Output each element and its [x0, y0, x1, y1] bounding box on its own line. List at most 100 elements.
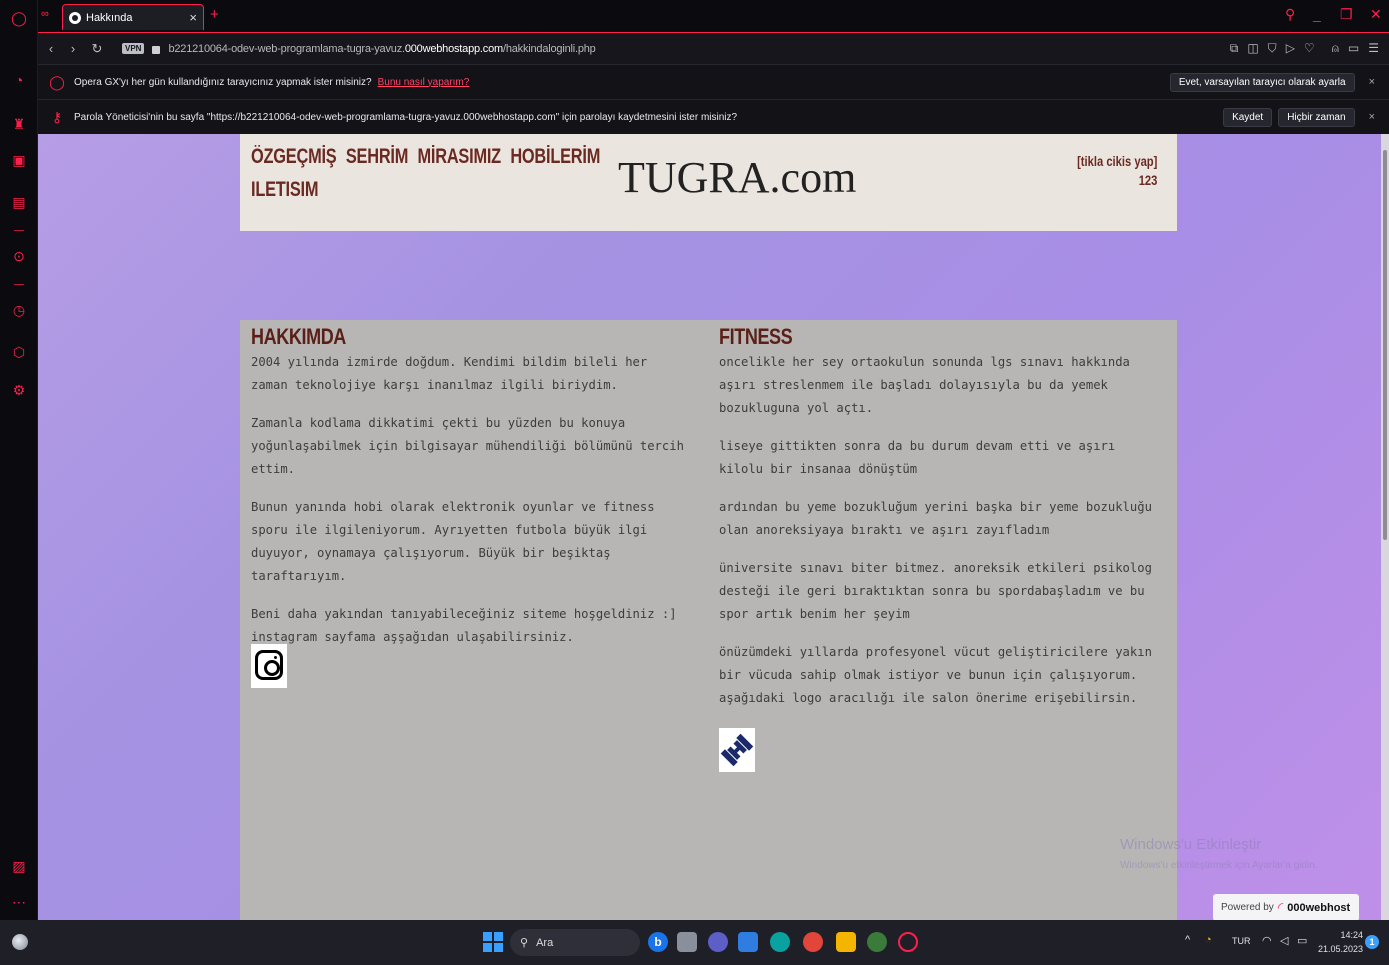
password-infobar: ⚷ Parola Yöneticisi'nin bu sayfa "https:…: [38, 99, 1389, 134]
reload-icon[interactable]: ↻: [86, 41, 108, 57]
workspace-icon[interactable]: ∞: [41, 8, 49, 20]
heart-icon[interactable]: ♡: [1304, 41, 1315, 56]
store-icon[interactable]: [738, 932, 758, 952]
xbox-icon[interactable]: [867, 932, 887, 952]
messenger-icon[interactable]: ▤: [9, 192, 29, 212]
save-password-button[interactable]: Kaydet: [1223, 107, 1273, 127]
search-placeholder: Ara: [536, 936, 554, 949]
nav-ozgecmis[interactable]: ÖZGEÇMİŞ: [251, 145, 337, 168]
dumbbell-glyph: [720, 733, 754, 767]
language-indicator[interactable]: TUR: [1232, 936, 1251, 946]
battery-icon[interactable]: ▭: [1348, 41, 1359, 56]
never-button[interactable]: Hiçbir zaman: [1278, 107, 1355, 127]
tray-app-icon[interactable]: ◔: [1205, 934, 1212, 946]
how-to-link[interactable]: Bunu nasıl yaparım?: [378, 77, 470, 88]
gx-control-icon[interactable]: ◔: [9, 70, 29, 90]
battery-status-icon[interactable]: ▭: [1297, 934, 1307, 947]
search-icon: ⚲: [520, 937, 529, 949]
chrome-icon[interactable]: [803, 932, 823, 952]
history-icon[interactable]: ◷: [9, 300, 29, 320]
lock-icon[interactable]: [152, 45, 161, 54]
twitch-icon[interactable]: ▣: [9, 150, 29, 170]
fitness-section: FITNESS oncelikle her sey ortaokulun son…: [719, 320, 1164, 725]
site-nav: ÖZGEÇMİŞ SEHRİM MİRASIMIZ HOBİLERİM ILETISI…: [251, 140, 600, 206]
weather-icon[interactable]: [12, 934, 28, 950]
nav-hobilerim[interactable]: HOBİLERİM: [510, 145, 600, 168]
opera-logo-icon[interactable]: ◯: [9, 8, 29, 28]
password-message: Parola Yöneticisi'nin bu sayfa "https://…: [74, 111, 738, 123]
menu-icon[interactable]: ☰: [1368, 41, 1379, 56]
notification-badge[interactable]: 1: [1365, 935, 1379, 949]
opera-gx-icon[interactable]: [898, 932, 918, 952]
back-icon[interactable]: ‹: [40, 41, 62, 56]
about-paragraph: Beni daha yakından tanıyabileceğiniz sit…: [251, 607, 677, 644]
about-section: HAKKIMDA 2004 yılında izmirde doğdum. Ke…: [251, 320, 691, 664]
about-paragraph: 2004 yılında izmirde doğdum. Kendimi bil…: [251, 355, 648, 392]
address-bar: ‹ › ↻ VPN b221210064-odev-web-programlam…: [38, 32, 1389, 64]
opera-icon: ◯: [49, 73, 65, 90]
tab-bar: ∞ Hakkında × + ⚲ _ ❐ ✕: [38, 0, 1389, 32]
webhost-logo-icon: ◜: [1277, 899, 1284, 915]
fitness-paragraph: oncelikle her sey ortaokulun sonunda lgs…: [719, 355, 1130, 415]
dumbbell-icon[interactable]: [719, 728, 755, 772]
scroll-thumb[interactable]: [1383, 150, 1387, 540]
about-paragraph: Bunun yanında hobi olarak elektronik oyu…: [251, 500, 655, 583]
clock[interactable]: 14:24 21.05.2023: [1318, 928, 1363, 956]
new-tab-button[interactable]: +: [210, 6, 219, 23]
file-explorer-icon[interactable]: [836, 932, 856, 952]
search-tabs-icon[interactable]: ⚲: [1285, 6, 1295, 23]
maximize-icon[interactable]: ❐: [1340, 6, 1353, 23]
site-title[interactable]: TUGRA.com: [618, 152, 856, 203]
minimize-icon[interactable]: _: [1313, 6, 1321, 22]
activation-watermark: Windows'u Etkinleştir: [1120, 836, 1262, 853]
shield-icon[interactable]: ⛉: [1268, 41, 1277, 56]
player-icon[interactable]: ⊙: [9, 246, 29, 266]
fitness-heading: FITNESS: [719, 324, 793, 349]
close-window-icon[interactable]: ✕: [1370, 6, 1382, 23]
powered-label: Powered by: [1221, 902, 1274, 913]
powered-by-badge[interactable]: Powered by ◜ 000webhost: [1213, 894, 1359, 920]
extensions-icon[interactable]: ⬡: [9, 342, 29, 362]
account-icon[interactable]: ⍝: [1332, 41, 1339, 56]
screenshot-icon[interactable]: ▨: [9, 856, 29, 876]
teams-icon[interactable]: [708, 932, 728, 952]
default-browser-infobar: ◯ Opera GX'yı her gün kullandığınız tara…: [38, 64, 1389, 99]
clock-time: 14:24: [1340, 930, 1364, 940]
start-icon[interactable]: [483, 932, 503, 952]
edge-icon[interactable]: [770, 932, 790, 952]
task-view-icon[interactable]: [677, 932, 697, 952]
nav-mirasimiz[interactable]: MİRASIMIZ: [418, 145, 502, 168]
address-tools: ⧉ ◫ ⛉ ▷ ♡ ⍝ ▭ ☰: [1230, 41, 1389, 56]
username: 123: [1138, 172, 1157, 188]
tab-close-icon[interactable]: ×: [189, 10, 197, 25]
flow-icon[interactable]: ▷: [1286, 41, 1295, 56]
nav-sehrim[interactable]: SEHRİM: [346, 145, 409, 168]
fitness-paragraph: ardından bu yeme bozukluğum yerini başka…: [719, 500, 1152, 537]
wifi-icon[interactable]: ◠: [1262, 934, 1272, 947]
taskbar: ⚲ Ara b ^ ◔ TUR ◠ ◁ ▭ 14:24 21.05.2023 1: [0, 920, 1389, 965]
forward-icon[interactable]: ›: [62, 41, 84, 56]
set-default-button[interactable]: Evet, varsayılan tarayıcı olarak ayarla: [1169, 72, 1355, 92]
logout-link[interactable]: [tikla cikis yap]: [1077, 152, 1157, 171]
gx-corner-icon[interactable]: ♜: [9, 114, 29, 134]
camera-icon[interactable]: ◫: [1247, 41, 1258, 56]
sidebar-divider: [14, 230, 24, 231]
volume-icon[interactable]: ◁: [1280, 934, 1288, 947]
snapshot-icon[interactable]: ⧉: [1230, 41, 1239, 56]
url-field[interactable]: b221210064-odev-web-programlama-tugra-ya…: [168, 43, 595, 55]
more-icon[interactable]: ⋯: [9, 892, 29, 912]
settings-icon[interactable]: ⚙: [9, 380, 29, 400]
taskbar-search[interactable]: ⚲ Ara: [510, 929, 640, 956]
key-icon: ⚷: [51, 108, 63, 125]
user-box: [tikla cikis yap] 123: [1077, 152, 1157, 190]
nav-iletisim[interactable]: ILETISIM: [251, 178, 319, 201]
infobar-close-icon[interactable]: ×: [1369, 76, 1375, 88]
tab-hakkinda[interactable]: Hakkında ×: [62, 4, 204, 30]
fitness-paragraph: üniversite sınavı biter bitmez. anoreksi…: [719, 561, 1152, 621]
bing-chat-icon[interactable]: b: [648, 932, 668, 952]
tray-chevron-icon[interactable]: ^: [1185, 934, 1190, 946]
vpn-badge[interactable]: VPN: [122, 43, 145, 54]
password-close-icon[interactable]: ×: [1369, 111, 1375, 123]
powered-brand: 000webhost: [1287, 901, 1351, 914]
instagram-icon[interactable]: [251, 644, 287, 688]
